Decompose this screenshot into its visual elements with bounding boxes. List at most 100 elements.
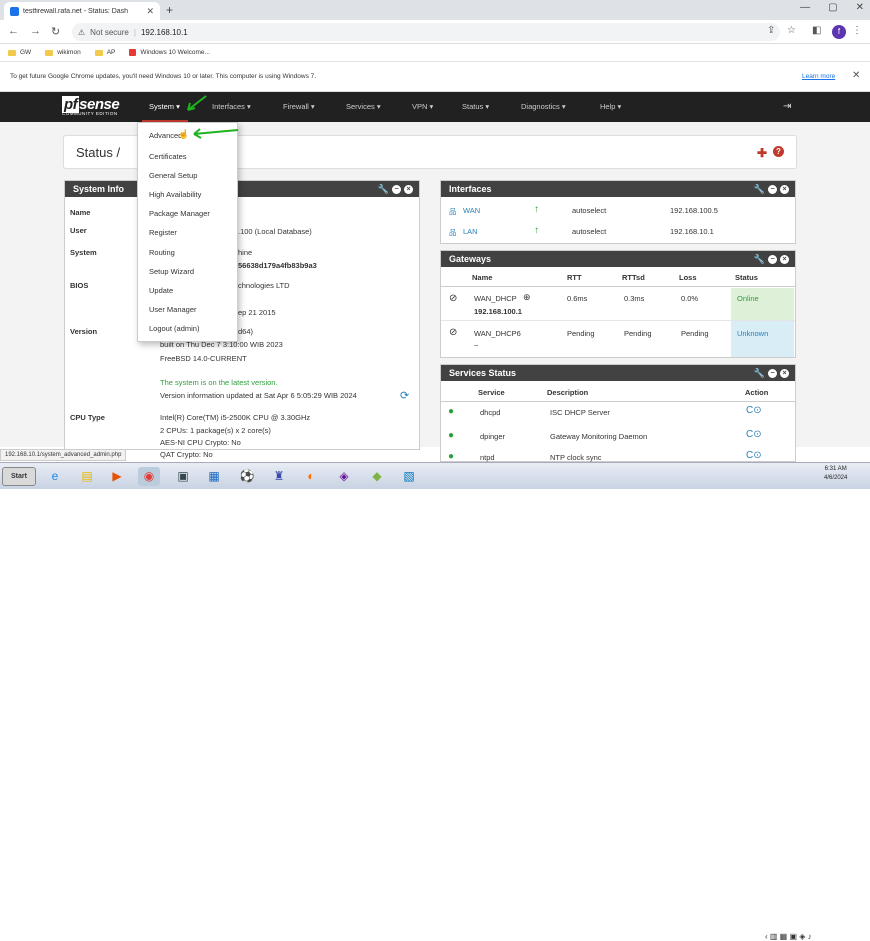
menu-services[interactable]: Services ▾ bbox=[346, 102, 381, 111]
pfsense-logo[interactable]: pf sense COMMUNITY EDITION bbox=[62, 96, 120, 116]
close-panel-icon[interactable]: × bbox=[780, 369, 789, 378]
close-panel-icon[interactable]: × bbox=[404, 185, 413, 194]
menu-item-package-manager[interactable]: Package Manager bbox=[149, 209, 210, 218]
gw-col-loss: Loss bbox=[679, 273, 697, 282]
restart-service-icon[interactable]: C⊙ bbox=[746, 450, 762, 461]
gw-wan-dhcp-name: WAN_DHCP bbox=[474, 294, 517, 303]
value-freebsd: FreeBSD 14.0-CURRENT bbox=[160, 354, 247, 363]
close-panel-icon[interactable]: × bbox=[780, 255, 789, 264]
wrench-icon[interactable]: 🔧 bbox=[754, 254, 765, 265]
value-system: hine bbox=[238, 248, 253, 257]
running-check-icon: ● bbox=[448, 406, 455, 417]
close-tab-icon[interactable]: ✕ bbox=[146, 6, 154, 17]
forward-icon[interactable]: → bbox=[30, 25, 41, 37]
system-clock[interactable]: 6:31 AM 4/6/2024 bbox=[824, 465, 847, 483]
add-widget-icon[interactable]: ✚ bbox=[757, 146, 767, 160]
bookmark-star-icon[interactable]: ☆ bbox=[787, 25, 796, 36]
start-button[interactable]: Start bbox=[2, 467, 36, 486]
app-icon[interactable]: ◈ bbox=[333, 467, 355, 486]
minimize-panel-icon[interactable]: − bbox=[768, 255, 777, 264]
interface-wan-media: autoselect bbox=[572, 206, 607, 215]
share-icon[interactable]: ⇪ bbox=[767, 25, 775, 36]
maximize-icon[interactable]: ▢ bbox=[828, 2, 837, 13]
logout-icon[interactable]: ⇥ bbox=[783, 101, 791, 112]
bookmark-ap[interactable]: AP bbox=[94, 49, 115, 56]
menu-firewall[interactable]: Firewall ▾ bbox=[283, 102, 315, 111]
menu-system[interactable]: System ▾ bbox=[149, 102, 180, 111]
new-tab-icon[interactable]: + bbox=[166, 3, 173, 17]
address-bar: ← → ↻ ⚠ Not secure | 192.168.10.1 ⇪ ☆ ◧ … bbox=[0, 20, 870, 44]
menu-diagnostics[interactable]: Diagnostics ▾ bbox=[521, 102, 566, 111]
close-infobar-icon[interactable]: ✕ bbox=[852, 70, 860, 81]
browser-tab[interactable]: testfirewall.rafa.net - Status: Dash ✕ bbox=[4, 2, 160, 20]
football-icon[interactable]: ⚽ bbox=[236, 467, 258, 486]
svc-dpinger-desc: Gateway Monitoring Daemon bbox=[550, 432, 648, 441]
learn-more-link[interactable]: Learn more bbox=[802, 73, 835, 80]
menu-item-certificates[interactable]: Certificates bbox=[149, 152, 187, 161]
menu-item-general-setup[interactable]: General Setup bbox=[149, 171, 197, 180]
value-cpu: Intel(R) Core(TM) i5-2500K CPU @ 3.30GHz bbox=[160, 413, 311, 422]
label-cpu-type: CPU Type bbox=[70, 413, 105, 422]
gw-wan-dhcp-rttsd: 0.3ms bbox=[624, 294, 645, 303]
explorer-icon[interactable]: ▤ bbox=[76, 467, 98, 486]
folder-icon bbox=[8, 49, 16, 56]
game-icon[interactable]: ◆ bbox=[366, 467, 388, 486]
gw-col-name: Name bbox=[472, 273, 493, 282]
app2-icon[interactable]: ▧ bbox=[398, 467, 420, 486]
restart-service-icon[interactable]: C⊙ bbox=[746, 405, 762, 416]
system-info-header: System Info 🔧 − × bbox=[65, 181, 419, 197]
side-panel-icon[interactable]: ◧ bbox=[812, 25, 821, 36]
interface-wan-link[interactable]: WAN bbox=[463, 206, 480, 215]
network-tool-icon[interactable]: ▦ bbox=[203, 467, 225, 486]
remote-desktop-icon[interactable]: ♜ bbox=[268, 467, 290, 486]
close-panel-icon[interactable]: × bbox=[780, 185, 789, 194]
chrome-icon[interactable]: ◉ bbox=[138, 467, 160, 486]
menu-item-update[interactable]: Update bbox=[149, 286, 173, 295]
minimize-panel-icon[interactable]: − bbox=[392, 185, 401, 194]
menu-item-routing[interactable]: Routing bbox=[149, 248, 175, 257]
refresh-icon[interactable]: ⟳ bbox=[400, 389, 409, 402]
tab-title: testfirewall.rafa.net - Status: Dash bbox=[23, 7, 129, 15]
menu-item-register[interactable]: Register bbox=[149, 228, 177, 237]
wrench-icon[interactable]: 🔧 bbox=[754, 184, 765, 195]
wrench-icon[interactable]: 🔧 bbox=[378, 184, 389, 195]
minimize-icon[interactable]: — bbox=[800, 2, 810, 13]
value-qat: QAT Crypto: No bbox=[160, 450, 213, 459]
gw-wan-dhcp6-ip: ~ bbox=[474, 341, 479, 350]
url-text: 192.168.10.1 bbox=[140, 27, 188, 37]
windows-taskbar: Start e ▤ ▶ ◉ ▣ ▦ ⚽ ♜ ◐ ◈ ◆ ▧ ‹ ▥ ▦ ▣ ◈ … bbox=[0, 462, 870, 941]
menu-status[interactable]: Status ▾ bbox=[462, 102, 489, 111]
ie-icon[interactable]: e bbox=[44, 467, 66, 486]
bookmark-windows10[interactable]: Windows 10 Welcome... bbox=[129, 49, 210, 56]
menu-vpn[interactable]: VPN ▾ bbox=[412, 102, 433, 111]
menu-item-high-availability[interactable]: High Availability bbox=[149, 190, 201, 199]
firefox-icon[interactable]: ◐ bbox=[300, 467, 322, 486]
url-input[interactable]: ⚠ Not secure | 192.168.10.1 bbox=[72, 23, 780, 41]
help-icon[interactable]: ? bbox=[773, 146, 784, 157]
label-user: User bbox=[70, 226, 87, 235]
close-window-icon[interactable]: ✕ bbox=[856, 2, 864, 13]
interfaces-header: Interfaces 🔧 − × bbox=[441, 181, 795, 197]
up-arrow-icon: ↑ bbox=[534, 225, 539, 236]
menu-item-user-manager[interactable]: User Manager bbox=[149, 305, 197, 314]
wrench-icon[interactable]: 🔧 bbox=[754, 368, 765, 379]
services-header: Services Status 🔧 − × bbox=[441, 365, 795, 381]
media-player-icon[interactable]: ▶ bbox=[106, 467, 128, 486]
bookmark-wikimon[interactable]: wikimon bbox=[45, 49, 81, 56]
profile-avatar[interactable]: f bbox=[832, 25, 846, 39]
back-icon[interactable]: ← bbox=[8, 25, 19, 37]
menu-item-setup-wizard[interactable]: Setup Wizard bbox=[149, 267, 194, 276]
minimize-panel-icon[interactable]: − bbox=[768, 369, 777, 378]
menu-help[interactable]: Help ▾ bbox=[600, 102, 621, 111]
restart-service-icon[interactable]: C⊙ bbox=[746, 429, 762, 440]
interface-lan-link[interactable]: LAN bbox=[463, 227, 478, 236]
infobar-message: To get future Google Chrome updates, you… bbox=[10, 73, 317, 80]
cmd-icon[interactable]: ▣ bbox=[172, 467, 194, 486]
menu-kebab-icon[interactable]: ⋮ bbox=[852, 25, 862, 36]
reload-icon[interactable]: ↻ bbox=[51, 25, 60, 38]
tray-icons[interactable]: ‹ ▥ ▦ ▣ ◈ ♪ bbox=[765, 932, 812, 941]
minimize-panel-icon[interactable]: − bbox=[768, 185, 777, 194]
warning-icon[interactable]: ⚠ bbox=[78, 28, 85, 37]
bookmark-gw[interactable]: GW bbox=[8, 49, 31, 56]
menu-item-logout[interactable]: Logout (admin) bbox=[149, 324, 199, 333]
